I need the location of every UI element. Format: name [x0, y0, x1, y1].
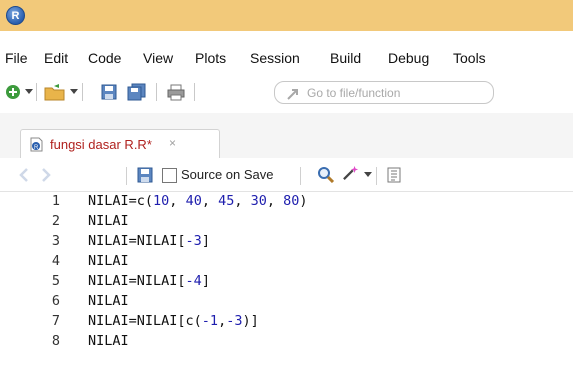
code-token: ) [299, 193, 308, 209]
new-file-dropdown-icon[interactable] [25, 89, 33, 94]
code-line[interactable]: 7 NILAI=NILAI[c(-1,-3)] [0, 313, 573, 333]
code-line[interactable]: 3 NILAI=NILAI[-3] [0, 233, 573, 253]
tab-label: fungsi dasar R.R* [50, 137, 152, 152]
menu-view[interactable]: View [143, 50, 173, 66]
code-text: NILAI [88, 333, 129, 349]
numeric-literal: -4 [185, 273, 202, 289]
toolbar-divider [82, 83, 83, 101]
code-tools-dropdown-icon[interactable] [364, 172, 372, 177]
line-number: 8 [51, 333, 60, 349]
menu-session[interactable]: Session [250, 50, 300, 66]
document-outline-icon[interactable] [386, 167, 402, 183]
toolbar-divider [194, 83, 195, 101]
editor-tab-bar: R fungsi dasar R.R* × [0, 113, 573, 158]
code-token: NILAI=NILAI[ [88, 273, 186, 289]
code-text: NILAI=c(10, 40, 45, 30, 80) [88, 193, 308, 209]
menu-build[interactable]: Build [330, 50, 361, 66]
line-number: 4 [51, 253, 60, 269]
code-token: NILAI=NILAI[c( [88, 313, 202, 329]
tab-fungsi-dasar[interactable]: R fungsi dasar R.R* × [20, 129, 220, 158]
source-on-save-checkbox[interactable] [162, 168, 177, 183]
code-token: ] [201, 273, 210, 289]
code-token: NILAI [88, 213, 129, 229]
menu-bar: File Edit Code View Plots Session Build … [0, 45, 573, 71]
menu-plots[interactable]: Plots [195, 50, 226, 66]
save-all-icon[interactable] [126, 83, 148, 101]
code-text: NILAI [88, 213, 129, 229]
logo-letter: R [11, 9, 20, 22]
line-number: 5 [51, 273, 60, 289]
open-project-icon[interactable] [44, 83, 66, 101]
code-line[interactable]: 5 NILAI=NILAI[-4] [0, 273, 573, 293]
go-to-placeholder: Go to file/function [307, 86, 401, 100]
open-dropdown-icon[interactable] [70, 89, 78, 94]
svg-text:R: R [34, 145, 39, 151]
code-token: NILAI=c( [88, 193, 154, 209]
code-text: NILAI [88, 253, 129, 269]
code-token: ] [201, 233, 210, 249]
r-script-icon: R [30, 137, 43, 152]
numeric-literal: 45 [218, 193, 235, 209]
line-number: 6 [51, 293, 60, 309]
save-icon[interactable] [137, 167, 153, 183]
code-editor[interactable]: 1 NILAI=c(10, 40, 45, 30, 80) 2 NILAI 3 NILAI… [0, 192, 573, 376]
code-token: , [218, 313, 227, 329]
code-token: NILAI [88, 333, 129, 349]
line-number: 1 [51, 193, 60, 209]
close-tab-icon[interactable]: × [169, 136, 176, 150]
editor-toolbar-divider [300, 167, 301, 185]
source-on-save-label: Source on Save [181, 167, 274, 182]
code-token: NILAI=NILAI[ [88, 233, 186, 249]
go-to-arrow-icon [287, 89, 298, 100]
line-number: 7 [51, 313, 60, 329]
code-token: , [169, 193, 186, 209]
menu-tools[interactable]: Tools [453, 50, 486, 66]
numeric-literal: -1 [201, 313, 219, 329]
toolbar-divider [36, 83, 37, 101]
save-icon[interactable] [100, 83, 118, 101]
new-file-icon[interactable] [5, 83, 23, 101]
code-text: NILAI [88, 293, 129, 309]
line-number: 3 [51, 233, 60, 249]
numeric-literal: 40 [185, 193, 202, 209]
main-toolbar: Go to file/function [0, 77, 573, 107]
code-text: NILAI=NILAI[-3] [88, 233, 210, 249]
code-token: , [201, 193, 219, 209]
code-line[interactable]: 8 NILAI [0, 333, 573, 353]
print-icon[interactable] [166, 83, 186, 101]
code-token: , [234, 193, 251, 209]
editor-toolbar-divider [376, 167, 377, 185]
code-token: NILAI [88, 293, 129, 309]
title-bar: R [0, 0, 573, 31]
editor-toolbar-divider [126, 167, 127, 185]
code-line[interactable]: 4 NILAI [0, 253, 573, 273]
code-token: , [266, 193, 284, 209]
toolbar-divider [156, 83, 157, 101]
numeric-literal: 30 [250, 193, 267, 209]
back-arrow-icon[interactable] [17, 167, 33, 183]
menu-code[interactable]: Code [88, 50, 121, 66]
go-to-file-input[interactable]: Go to file/function [274, 81, 494, 104]
numeric-literal: -3 [185, 233, 202, 249]
code-token: )] [242, 313, 259, 329]
line-number: 2 [51, 213, 60, 229]
numeric-literal: 10 [153, 193, 170, 209]
code-line[interactable]: 6 NILAI [0, 293, 573, 313]
code-line[interactable]: 2 NILAI [0, 213, 573, 233]
numeric-literal: -3 [226, 313, 243, 329]
rstudio-logo-icon: R [6, 6, 25, 25]
numeric-literal: 80 [283, 193, 300, 209]
code-line[interactable]: 1 NILAI=c(10, 40, 45, 30, 80) [0, 193, 573, 213]
code-text: NILAI=NILAI[-4] [88, 273, 210, 289]
editor-toolbar: Source on Save [0, 158, 573, 192]
menu-file[interactable]: File [5, 50, 28, 66]
menu-edit[interactable]: Edit [44, 50, 68, 66]
code-token: NILAI [88, 253, 129, 269]
magic-wand-icon[interactable] [340, 165, 362, 181]
search-icon[interactable] [317, 167, 335, 183]
code-text: NILAI=NILAI[c(-1,-3)] [88, 313, 259, 329]
menu-debug[interactable]: Debug [388, 50, 429, 66]
forward-arrow-icon[interactable] [37, 167, 53, 183]
